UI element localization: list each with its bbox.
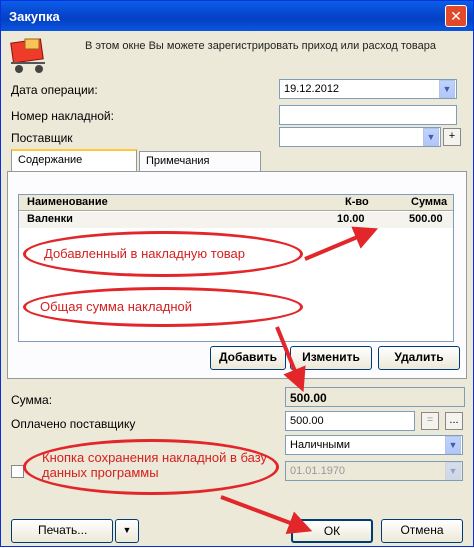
info-text: В этом окне Вы можете зарегистрировать п… xyxy=(85,40,436,52)
window-title: Закупка xyxy=(9,9,60,24)
annotation-item-text: Добавленный в накладную товар xyxy=(44,246,246,261)
ok-button[interactable]: ОК xyxy=(291,519,373,543)
sum-label: Сумма: xyxy=(11,393,53,407)
col-name[interactable]: Наименование xyxy=(27,196,108,208)
paid-value: 500.00 xyxy=(290,415,324,427)
close-button[interactable]: ✕ xyxy=(445,5,467,27)
sum-value: 500.00 xyxy=(290,391,327,405)
supplier-label: Поставщик xyxy=(11,131,73,145)
annotation-save-oval: Кнопка сохранения накладной в базу данны… xyxy=(23,439,279,495)
arrow-to-ok xyxy=(220,495,313,535)
date-field[interactable]: 19.12.2012 xyxy=(279,79,457,99)
print-button[interactable]: Печать... xyxy=(11,519,113,543)
col-sum[interactable]: Сумма xyxy=(411,196,447,208)
supplier-add-button[interactable]: + xyxy=(443,128,461,146)
delete-button[interactable]: Удалить xyxy=(378,346,460,370)
equal-button[interactable]: = xyxy=(421,412,439,430)
more-button[interactable]: ... xyxy=(445,412,463,430)
chevron-down-icon[interactable]: ▼ xyxy=(115,519,139,543)
purchase-window: Закупка ✕ В этом окне Вы можете зарегист… xyxy=(0,0,474,547)
add-button[interactable]: Добавить xyxy=(210,346,286,370)
date-disabled-field: 01.01.1970 xyxy=(285,461,463,481)
invoice-field[interactable] xyxy=(279,105,457,125)
chevron-down-icon[interactable]: ▼ xyxy=(445,436,461,454)
date-label: Дата операции: xyxy=(11,83,98,97)
cell-name: Валенки xyxy=(27,213,73,225)
invoice-label: Номер накладной: xyxy=(11,109,114,123)
date-value: 19.12.2012 xyxy=(284,83,340,95)
table-header: Наименование К-во Сумма xyxy=(19,195,453,211)
tab-notes[interactable]: Примечания xyxy=(139,151,261,171)
chevron-down-icon[interactable]: ▼ xyxy=(439,80,455,98)
annotation-sum-text: Общая сумма накладной xyxy=(40,299,193,314)
cancel-button[interactable]: Отмена xyxy=(381,519,463,543)
edit-button[interactable]: Изменить xyxy=(290,346,372,370)
cart-icon xyxy=(10,38,45,73)
cell-qty: 10.00 xyxy=(337,213,365,225)
chevron-down-icon: ▼ xyxy=(445,462,461,480)
supplier-field[interactable] xyxy=(279,127,441,147)
chevron-down-icon[interactable]: ▼ xyxy=(423,128,439,146)
annotation-save-text: Кнопка сохранения накладной в базу данны… xyxy=(42,450,268,480)
annotation-sum-oval: Общая сумма накладной xyxy=(23,287,303,327)
annotation-item-oval: Добавленный в накладную товар xyxy=(23,231,303,277)
tab-panel: Наименование К-во Сумма Валенки 10.00 50… xyxy=(7,171,467,379)
col-qty[interactable]: К-во xyxy=(345,196,369,208)
payment-method-value: Наличными xyxy=(290,439,351,451)
title-bar[interactable]: Закупка ✕ xyxy=(1,1,473,31)
paid-label: Оплачено поставщику xyxy=(11,417,136,431)
cell-sum: 500.00 xyxy=(409,213,443,225)
paid-field[interactable]: 500.00 xyxy=(285,411,415,431)
payment-method-select[interactable]: Наличными xyxy=(285,435,463,455)
date-disabled-value: 01.01.1970 xyxy=(290,465,346,477)
table-row[interactable]: Валенки 10.00 500.00 xyxy=(19,212,453,228)
tab-content[interactable]: Содержание xyxy=(11,149,137,171)
sum-field: 500.00 xyxy=(285,387,465,407)
